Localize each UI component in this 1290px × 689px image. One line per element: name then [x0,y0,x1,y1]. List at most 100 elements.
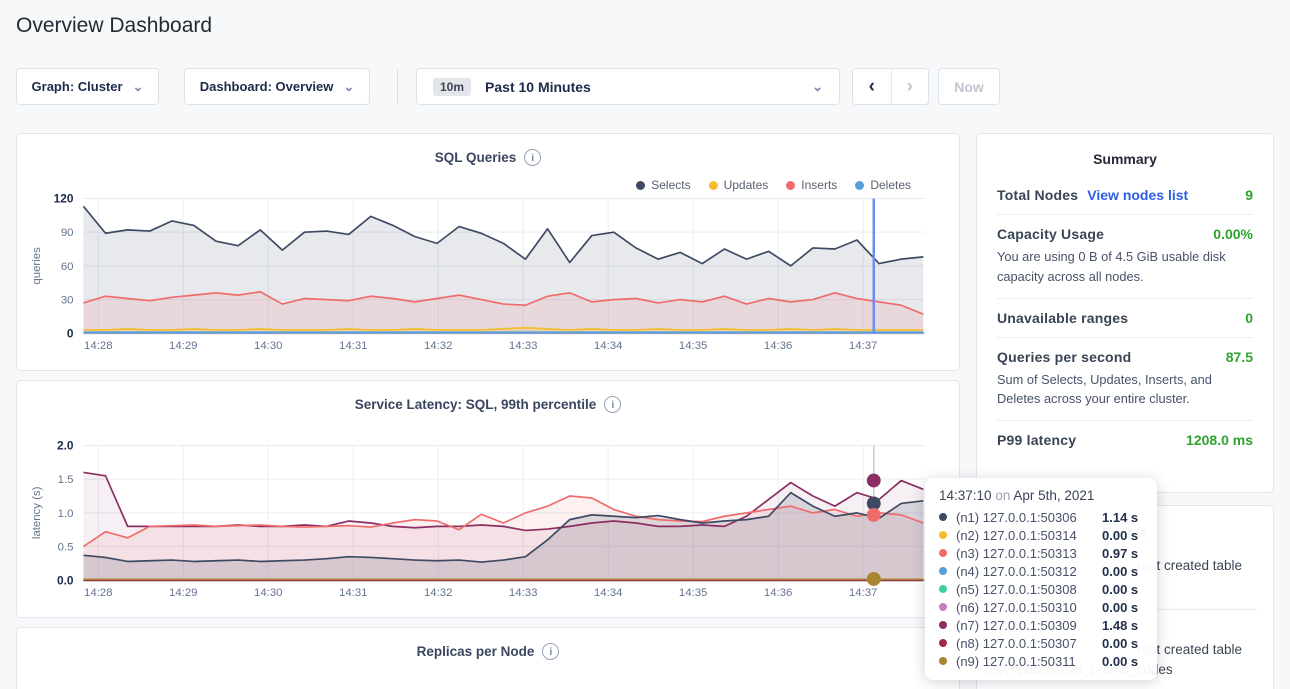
svg-text:14:32: 14:32 [424,587,453,599]
summary-item: P99 latency 1208.0 ms [997,421,1253,459]
graph-dropdown-label: Graph: Cluster [32,79,123,94]
svg-text:14:33: 14:33 [509,587,538,599]
time-next-button[interactable]: › [891,69,929,104]
series-color-dot [939,585,947,593]
chevron-left-icon: ‹ [869,76,875,97]
chart-header: Replicas per Node i [17,643,959,660]
tooltip-node-value: 0.00 s [1102,528,1138,543]
svg-text:90: 90 [61,227,74,239]
series-color-dot [939,531,947,539]
svg-text:14:32: 14:32 [424,340,453,352]
svg-text:1.5: 1.5 [58,474,74,486]
time-range-badge: 10m [433,78,471,96]
summary-row: Queries per second 87.5 [997,349,1253,365]
svg-text:60: 60 [61,261,74,273]
svg-text:14:34: 14:34 [594,340,623,352]
chart-title: Replicas per Node [417,644,535,659]
tooltip-row: (n7) 127.0.0.1:503091.48 s [939,616,1145,634]
view-nodes-list-link[interactable]: View nodes list [1087,187,1188,203]
page-title: Overview Dashboard [16,14,212,38]
svg-text:14:29: 14:29 [169,340,198,352]
summary-label: P99 latency [997,432,1076,448]
svg-text:0.0: 0.0 [57,573,74,587]
svg-text:2.0: 2.0 [57,438,74,452]
series-color-dot [939,549,947,557]
sql-queries-panel: SQL Queries i SelectsUpdatesInsertsDelet… [16,133,960,371]
chevron-right-icon: › [907,76,913,97]
time-prev-button[interactable]: ‹ [853,69,891,104]
summary-subtext: You are using 0 B of 4.5 GiB usable disk… [997,247,1253,287]
tooltip-node-value: 0.97 s [1102,546,1138,561]
toolbar-divider [397,70,398,103]
info-icon[interactable]: i [542,643,559,660]
chevron-down-icon: ⌄ [343,80,354,93]
tooltip-node-label: (n4) 127.0.0.1:50312 [956,564,1102,579]
svg-text:14:28: 14:28 [84,340,113,352]
tooltip-row: (n1) 127.0.0.1:503061.14 s [939,508,1145,526]
tooltip-node-value: 0.00 s [1102,564,1138,579]
series-color-dot [939,639,947,647]
svg-text:14:30: 14:30 [254,587,283,599]
summary-row: Total NodesView nodes list9 [997,187,1253,203]
summary-value: 1208.0 ms [1186,432,1253,448]
tooltip-node-value: 0.00 s [1102,582,1138,597]
service-latency-chart[interactable]: 14:2814:2914:3014:3114:3214:3314:3414:35… [17,381,959,617]
summary-row: Capacity Usage0.00% [997,226,1253,242]
summary-item: Queries per second87.5Sum of Selects, Up… [997,338,1253,422]
replicas-per-node-panel: Replicas per Node i [16,627,960,689]
chevron-down-icon: ⌄ [133,80,144,93]
tooltip-node-label: (n5) 127.0.0.1:50308 [956,582,1102,597]
time-range-label: Past 10 Minutes [485,79,591,95]
tooltip-row: (n5) 127.0.0.1:503080.00 s [939,580,1145,598]
svg-text:14:37: 14:37 [849,587,878,599]
tooltip-row: (n6) 127.0.0.1:503100.00 s [939,598,1145,616]
dashboard-dropdown[interactable]: Dashboard: Overview ⌄ [184,68,370,105]
svg-text:120: 120 [54,191,74,205]
tooltip-row: (n4) 127.0.0.1:503120.00 s [939,562,1145,580]
tooltip-node-value: 0.00 s [1102,600,1138,615]
svg-text:14:31: 14:31 [339,340,368,352]
svg-text:14:31: 14:31 [339,587,368,599]
svg-text:14:35: 14:35 [679,340,708,352]
summary-value: 0.00% [1213,226,1253,242]
svg-text:1.0: 1.0 [58,508,74,520]
svg-text:14:36: 14:36 [764,587,793,599]
tooltip-node-label: (n7) 127.0.0.1:50309 [956,618,1102,633]
summary-item: Unavailable ranges 0 [997,299,1253,338]
tooltip-node-label: (n2) 127.0.0.1:50314 [956,528,1102,543]
svg-text:0: 0 [67,326,74,340]
svg-text:14:30: 14:30 [254,340,283,352]
tooltip-node-value: 0.00 s [1102,636,1138,651]
series-color-dot [939,513,947,521]
sql-queries-chart[interactable]: 14:2814:2914:3014:3114:3214:3314:3414:35… [17,134,959,370]
series-color-dot [939,567,947,575]
tooltip-node-label: (n8) 127.0.0.1:50307 [956,636,1102,651]
summary-title: Summary [997,134,1253,176]
tooltip-row: (n3) 127.0.0.1:503130.97 s [939,544,1145,562]
svg-text:queries: queries [31,247,43,285]
tooltip-timestamp: 14:37:10 on Apr 5th, 2021 [939,488,1145,503]
svg-text:30: 30 [61,295,74,307]
summary-panel: Summary Total NodesView nodes list9Capac… [976,133,1274,493]
tooltip-node-value: 1.14 s [1102,510,1138,525]
tooltip-node-label: (n3) 127.0.0.1:50313 [956,546,1102,561]
summary-row: Unavailable ranges 0 [997,310,1253,326]
svg-text:14:28: 14:28 [84,587,113,599]
summary-item: Capacity Usage0.00% You are using 0 B of … [997,215,1253,299]
svg-text:14:36: 14:36 [764,340,793,352]
svg-text:14:29: 14:29 [169,587,198,599]
chart-hover-tooltip: 14:37:10 on Apr 5th, 2021 (n1) 127.0.0.1… [925,478,1157,680]
summary-value: 0 [1245,310,1253,326]
summary-value: 87.5 [1226,349,1253,365]
now-button[interactable]: Now [938,68,1000,105]
summary-value: 9 [1245,187,1253,203]
summary-label: Unavailable ranges [997,310,1128,326]
graph-dropdown[interactable]: Graph: Cluster ⌄ [16,68,159,105]
summary-row: P99 latency 1208.0 ms [997,432,1253,448]
summary-label: Queries per second [997,349,1131,365]
summary-item: Total NodesView nodes list9 [997,176,1253,215]
svg-text:latency (s): latency (s) [31,486,43,539]
time-range-selector[interactable]: 10m Past 10 Minutes ⌄ [416,68,840,105]
tooltip-node-value: 1.48 s [1102,618,1138,633]
overview-dashboard-page: Overview Dashboard Graph: Cluster ⌄ Dash… [0,0,1290,689]
